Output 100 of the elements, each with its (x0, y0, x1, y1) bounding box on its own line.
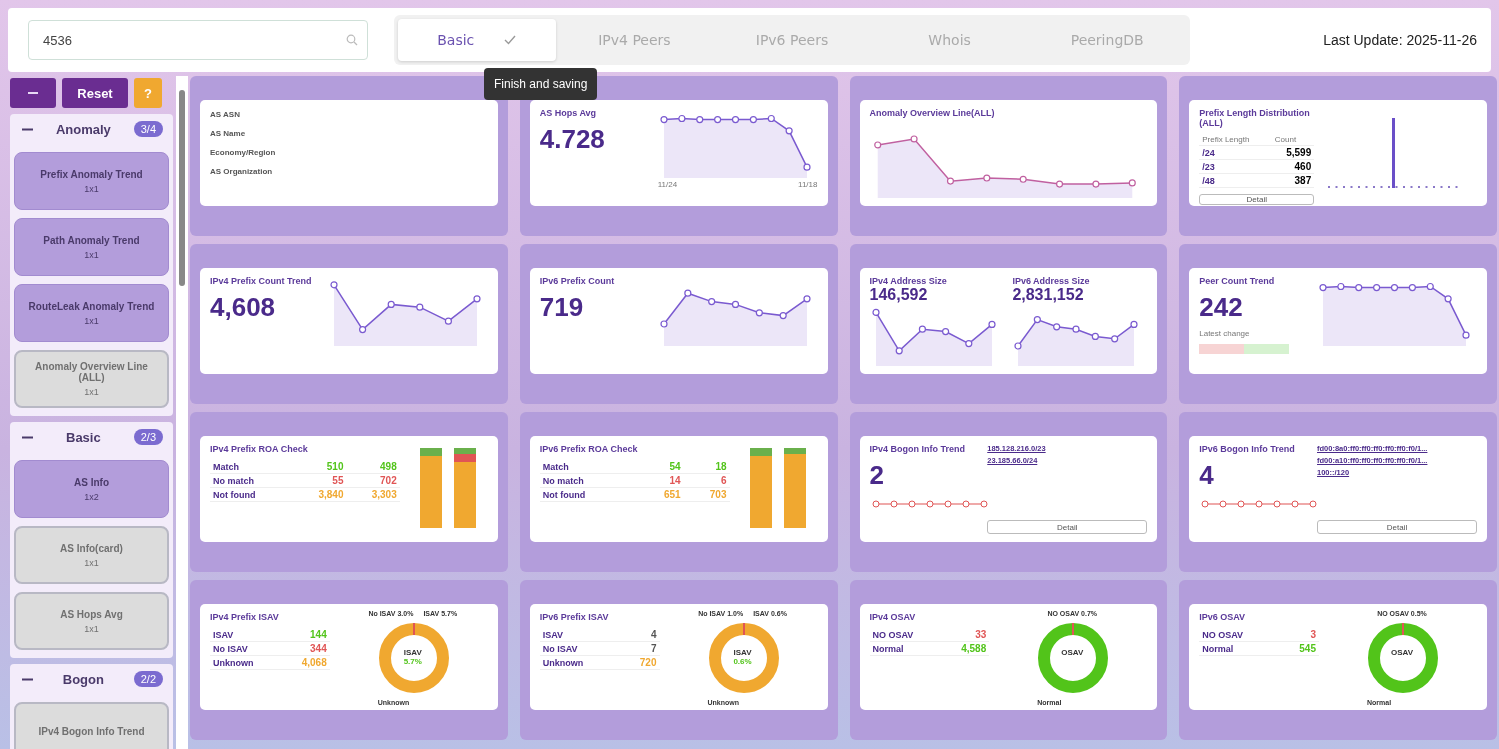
reset-button[interactable]: Reset (62, 78, 128, 108)
data-point (660, 116, 668, 124)
widget-item[interactable]: Anomaly Overview Line (ALL) 1x1 (14, 350, 169, 408)
data-point (785, 127, 793, 135)
data-point (926, 500, 933, 508)
table-cell: Normal (869, 641, 942, 656)
data-point (872, 500, 879, 508)
widget-title: IPv6 Bogon Info Trend (1199, 444, 1296, 454)
table-cell: 498 (346, 460, 400, 474)
table-cell: 510 (293, 460, 347, 474)
widget-title: Peer Count Trend (1199, 276, 1276, 286)
table-cell: /48 (1199, 173, 1272, 188)
donut-slice (412, 622, 415, 636)
widget-title: IPv4 Address Size (869, 276, 948, 286)
widget-size: 1x1 (84, 183, 99, 194)
widget-size: 1x1 (84, 387, 99, 397)
widget-item[interactable]: Path Anomaly Trend 1x1 (14, 218, 169, 276)
table-cell: 545 (1279, 641, 1319, 656)
data-point (1409, 284, 1417, 292)
table-cell: 4,068 (281, 655, 330, 670)
data-point (473, 295, 481, 303)
data-point (1128, 179, 1136, 187)
table-cell: 344 (281, 641, 330, 656)
table-cell: 14 (637, 473, 684, 488)
table-cell: 4 (620, 628, 660, 642)
data-point (1373, 284, 1381, 292)
search-field[interactable]: 4536 (28, 20, 368, 60)
widget-item[interactable]: AS Info 1x2 (14, 460, 169, 518)
data-point (803, 163, 811, 171)
table-cell: NO OSAV (1199, 628, 1280, 642)
metric-value: 2,831,152 (1012, 286, 1085, 304)
donut-slice (742, 622, 745, 636)
data-point (941, 328, 949, 336)
data-point (1055, 180, 1063, 188)
data-point (1309, 500, 1317, 508)
widget-title: IPv6 Prefix Count (539, 276, 616, 286)
chart-label: ISAV (403, 648, 422, 657)
axis-label: 11/24 (657, 180, 678, 189)
scrollbar[interactable] (176, 76, 188, 749)
data-point (444, 317, 452, 325)
data-point (695, 116, 704, 124)
table-cell: Unknown (210, 655, 282, 670)
widget-title: AS Info(card) (60, 542, 123, 554)
data-point (1273, 500, 1281, 508)
widget-title: AS Hops Avg (60, 608, 123, 620)
data-point (678, 114, 686, 123)
chart-label: 0.6% (733, 657, 752, 666)
data-point (1019, 175, 1027, 183)
table-cell: 720 (620, 655, 660, 670)
table-cell: Normal (1199, 641, 1280, 656)
widget-item[interactable]: AS Hops Avg 1x1 (14, 592, 169, 650)
widget-item[interactable]: AS Info(card) 1x1 (14, 526, 169, 584)
data-point (767, 114, 775, 123)
data-point (1091, 180, 1099, 188)
data-point (1444, 295, 1452, 303)
data-point (803, 295, 811, 303)
group-title: Anomaly (54, 121, 112, 137)
data-point (1034, 316, 1042, 324)
widget-title: RouteLeak Anomaly Trend (28, 300, 155, 312)
data-point (873, 141, 881, 149)
data-point (946, 177, 954, 185)
widget-title: IPv4 Prefix Count Trend (210, 276, 313, 286)
data-point (1053, 323, 1061, 331)
widget-size: 1x1 (84, 249, 99, 260)
table-cell: 4,588 (941, 641, 990, 656)
table-cell: Not found (539, 487, 638, 502)
widget-title: AS Info (74, 476, 109, 488)
table-cell: Match (210, 460, 294, 474)
data-point (731, 300, 739, 308)
field-label: AS Organization (210, 167, 274, 176)
widget-size: 1x2 (84, 491, 99, 502)
data-point (387, 300, 395, 308)
widget-item[interactable]: RouteLeak Anomaly Trend 1x1 (14, 284, 169, 342)
data-point (1291, 500, 1299, 508)
table-cell: 7 (620, 641, 660, 656)
column-header: Prefix Length (1199, 134, 1272, 146)
table-cell: 3,303 (346, 487, 400, 502)
widget-item[interactable]: Prefix Anomaly Trend 1x1 (14, 152, 169, 210)
detail-button[interactable]: Detail (1317, 520, 1477, 534)
detail-button[interactable]: Detail (1199, 194, 1315, 205)
widget-title: Anomaly Overview Line (ALL) (34, 361, 149, 383)
data-point (1237, 500, 1245, 508)
field-label: Economy/Region (210, 148, 276, 157)
data-point (987, 320, 996, 328)
field-label: AS ASN (210, 110, 241, 119)
widget-title: IPv4 Bogon Info Trend (869, 444, 966, 454)
data-point (1337, 282, 1345, 291)
tooltip: Finish and saving (484, 68, 598, 100)
data-point (1391, 284, 1399, 292)
widget-size: 1x1 (84, 623, 99, 634)
widget-item[interactable]: IPv4 Bogon Info Trend (14, 702, 169, 749)
metric-value: 2 (869, 460, 885, 491)
table-cell: No ISAV (539, 641, 621, 656)
table-cell: 3 (1279, 628, 1319, 642)
data-point (707, 298, 715, 306)
data-point (890, 500, 897, 508)
chart-label: ISAV (733, 648, 752, 657)
detail-button[interactable]: Detail (987, 520, 1148, 534)
data-point (749, 116, 757, 124)
tab[interactable]: Basic (398, 19, 556, 61)
